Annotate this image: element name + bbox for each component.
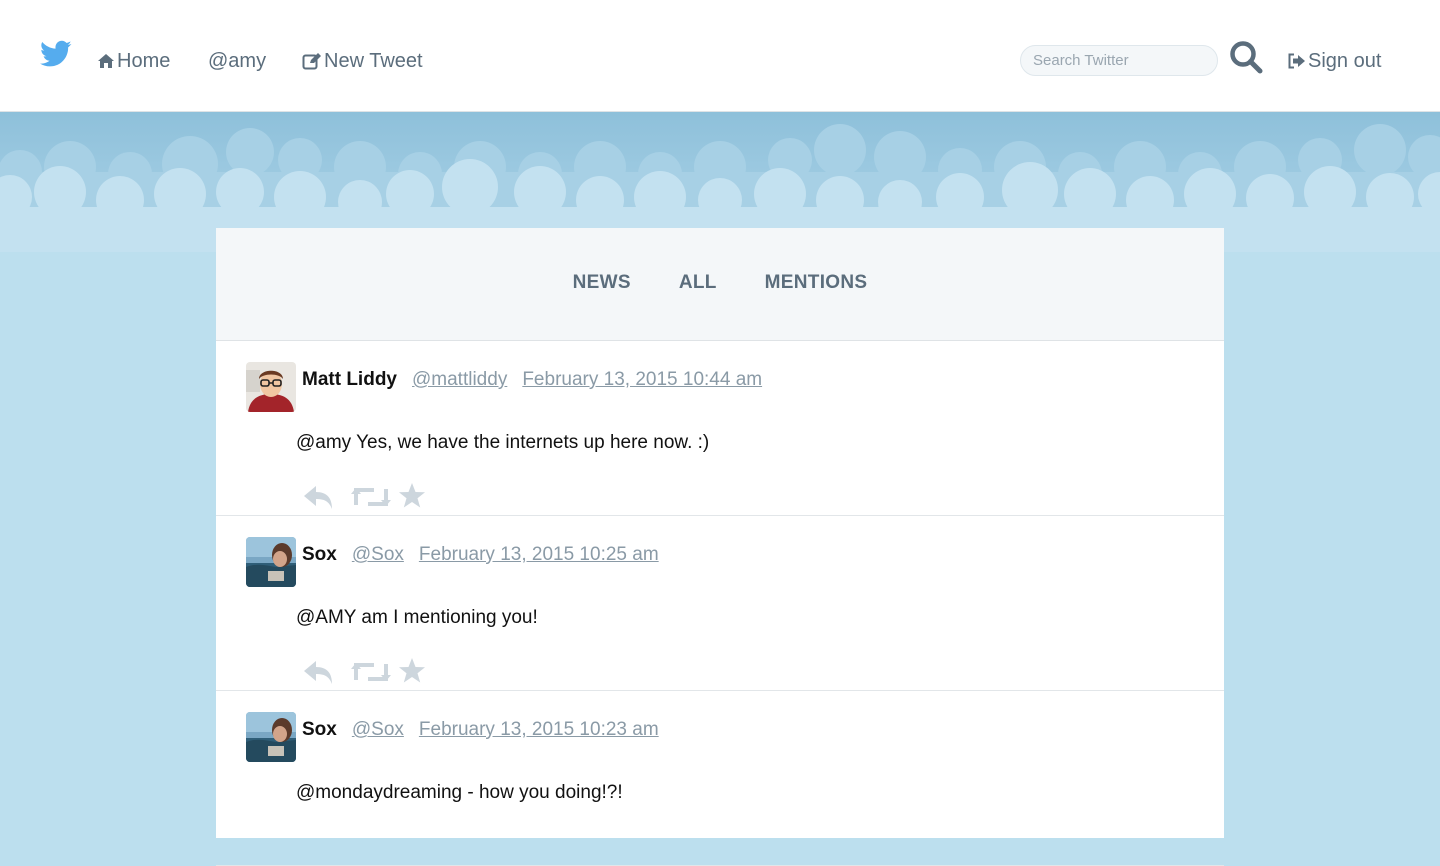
tweet-actions bbox=[302, 481, 446, 513]
tweet-header: Sox @Sox February 13, 2015 10:25 am bbox=[302, 544, 659, 566]
search-input[interactable] bbox=[1020, 45, 1218, 76]
nav-home-label: Home bbox=[117, 49, 171, 72]
nav-new-tweet-link[interactable]: New Tweet bbox=[302, 48, 423, 74]
tab-all[interactable]: ALL bbox=[679, 272, 717, 294]
tweet-header: Sox @Sox February 13, 2015 10:23 am bbox=[302, 719, 659, 741]
tweet-actions bbox=[302, 656, 446, 688]
sign-out-link[interactable]: Sign out bbox=[1287, 48, 1381, 74]
tweet-timestamp[interactable]: February 13, 2015 10:25 am bbox=[419, 544, 659, 566]
tab-mentions[interactable]: MENTIONS bbox=[765, 272, 868, 294]
avatar[interactable] bbox=[246, 362, 296, 412]
nav-profile-label: @amy bbox=[208, 49, 267, 72]
nav-home-link[interactable]: Home bbox=[97, 48, 170, 74]
retweet-icon[interactable] bbox=[350, 656, 398, 688]
nav-profile-link[interactable]: @amy bbox=[208, 48, 266, 74]
favorite-star-icon[interactable] bbox=[398, 656, 446, 688]
tweet-author-name[interactable]: Sox bbox=[302, 719, 337, 741]
tweet-timestamp[interactable]: February 13, 2015 10:23 am bbox=[419, 719, 659, 741]
top-navbar: Home @amy New Tweet Sign out bbox=[0, 0, 1440, 112]
tweet-item: Sox @Sox February 13, 2015 10:23 am @mon… bbox=[216, 691, 1224, 866]
sign-out-label: Sign out bbox=[1308, 49, 1382, 72]
reply-icon[interactable] bbox=[302, 481, 350, 513]
reply-icon[interactable] bbox=[302, 656, 350, 688]
tweet-author-handle[interactable]: @mattliddy bbox=[412, 369, 507, 391]
edit-icon bbox=[302, 53, 321, 70]
tweet-author-handle[interactable]: @Sox bbox=[352, 719, 404, 741]
retweet-icon[interactable] bbox=[350, 481, 398, 513]
twitter-bird-icon[interactable] bbox=[40, 40, 72, 68]
search-icon[interactable] bbox=[1229, 40, 1263, 74]
tweet-text: @AMY am I mentioning you! bbox=[296, 607, 538, 628]
tweet-header: Matt Liddy @mattliddy February 13, 2015 … bbox=[302, 369, 762, 391]
sign-out-icon bbox=[1288, 53, 1305, 69]
timeline-tabs: NEWS ALL MENTIONS bbox=[216, 228, 1224, 341]
tweet-item: Sox @Sox February 13, 2015 10:25 am @AMY… bbox=[216, 516, 1224, 691]
tweet-text: @amy Yes, we have the internets up here … bbox=[296, 432, 710, 453]
home-icon bbox=[98, 54, 114, 68]
timeline-card: NEWS ALL MENTIONS Matt Liddy @mattliddy … bbox=[216, 228, 1224, 866]
tweet-author-name[interactable]: Matt Liddy bbox=[302, 369, 397, 391]
tab-news[interactable]: NEWS bbox=[573, 272, 631, 294]
avatar[interactable] bbox=[246, 712, 296, 762]
tweet-item: Matt Liddy @mattliddy February 13, 2015 … bbox=[216, 341, 1224, 516]
tweet-author-handle[interactable]: @Sox bbox=[352, 544, 404, 566]
avatar[interactable] bbox=[246, 537, 296, 587]
tweet-timestamp[interactable]: February 13, 2015 10:44 am bbox=[522, 369, 762, 391]
tweet-text: @mondaydreaming - how you doing!?! bbox=[296, 782, 623, 803]
tweet-author-name[interactable]: Sox bbox=[302, 544, 337, 566]
favorite-star-icon[interactable] bbox=[398, 481, 446, 513]
nav-new-tweet-label: New Tweet bbox=[324, 49, 423, 72]
